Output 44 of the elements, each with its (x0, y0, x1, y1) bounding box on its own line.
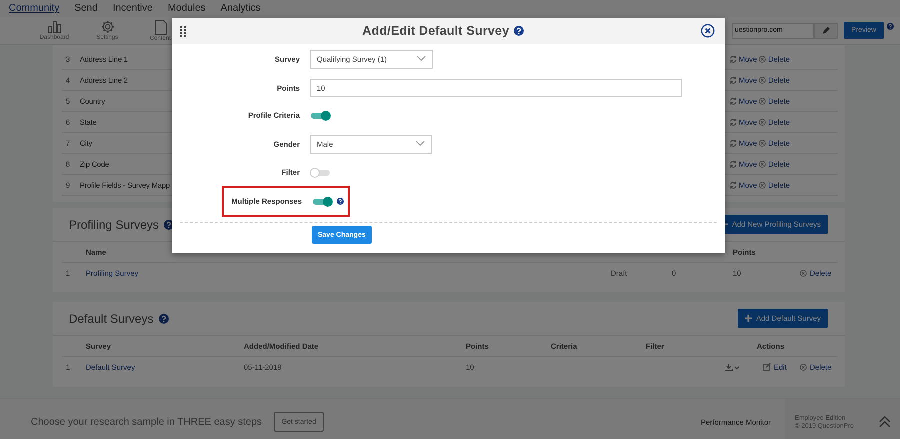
close-icon[interactable] (701, 24, 715, 38)
nav-tab[interactable]: Community (9, 3, 60, 14)
nav-tab[interactable]: Analytics (220, 3, 261, 14)
chevron-down-icon (417, 56, 426, 62)
refresh-icon (730, 140, 737, 146)
download-icon[interactable] (725, 364, 739, 370)
document-icon[interactable] (154, 20, 166, 34)
promo-text: Choose your research sample in THREE easy steps (31, 416, 262, 428)
delete-icon (759, 98, 766, 104)
edit-url-button[interactable] (814, 22, 838, 38)
chevron-down-icon (416, 141, 425, 147)
plus-icon (745, 315, 752, 322)
refresh-icon (730, 118, 737, 126)
toggle-switch[interactable] (310, 110, 331, 120)
delete-icon (759, 56, 766, 62)
gear-icon[interactable] (100, 20, 114, 34)
nav-tab[interactable]: Incentive (112, 3, 153, 14)
section-title: Profiling Surveys (69, 218, 160, 232)
delete-icon (759, 118, 766, 126)
help-icon (158, 314, 169, 324)
edit-icon (763, 363, 771, 371)
section-title: Default Surveys (69, 312, 154, 326)
drag-handle-icon[interactable] (180, 26, 186, 36)
refresh-icon (730, 182, 737, 188)
delete-icon (759, 160, 766, 168)
refresh-icon (730, 98, 737, 104)
delete-icon (759, 140, 766, 146)
toggle-switch[interactable] (310, 168, 331, 178)
delete-icon (759, 182, 766, 188)
refresh-icon (730, 56, 737, 62)
delete-icon (759, 76, 766, 84)
delete-icon (800, 364, 807, 370)
help-icon (887, 23, 894, 30)
help-icon (514, 26, 524, 36)
delete-icon (800, 270, 807, 276)
refresh-icon (730, 76, 737, 84)
nav-tab[interactable]: Modules (168, 3, 206, 14)
refresh-icon (730, 160, 737, 168)
pencil-icon (822, 26, 830, 34)
toggle-switch[interactable] (312, 196, 333, 206)
dialog-title: Add/Edit Default Survey (362, 24, 510, 38)
bar-chart-icon[interactable] (48, 20, 62, 34)
double-chevron-up-icon[interactable] (879, 416, 891, 428)
nav-tab[interactable]: Send (74, 3, 98, 14)
